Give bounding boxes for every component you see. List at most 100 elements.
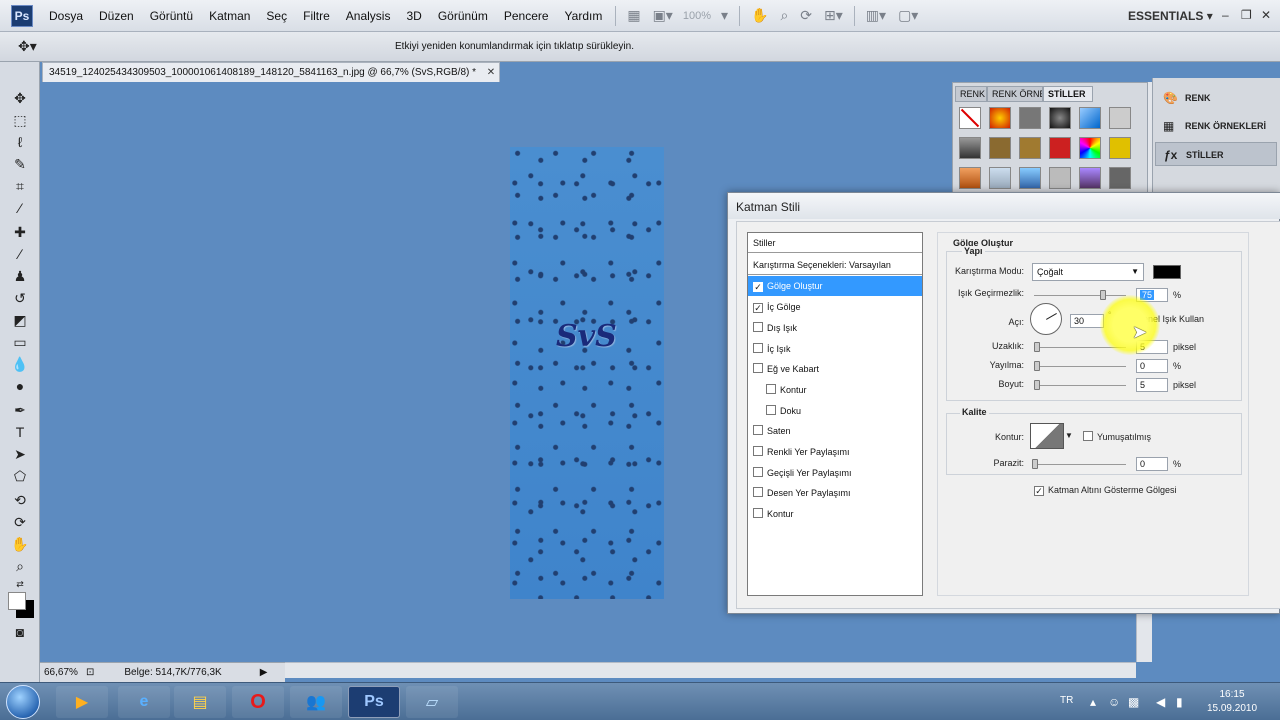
style-swatch[interactable] (1049, 107, 1071, 129)
style-item-satin[interactable]: Saten (748, 421, 922, 441)
checkbox[interactable] (753, 343, 763, 353)
menu-gorunum[interactable]: Görünüm (430, 0, 496, 32)
style-item-color-overlay[interactable]: Renkli Yer Paylaşımı (748, 442, 922, 462)
menu-pencere[interactable]: Pencere (496, 0, 557, 32)
dock-stiller[interactable]: ƒx STİLLER (1155, 142, 1277, 166)
hand-tool-icon[interactable]: ✋ (745, 7, 774, 24)
checkbox[interactable] (1083, 431, 1093, 441)
document-tab[interactable]: 34519_124025434309503_100001061408189_14… (42, 62, 500, 82)
slider-thumb[interactable] (1100, 290, 1106, 300)
antialias-checkbox[interactable]: Yumuşatılmış (1083, 431, 1151, 442)
checkbox[interactable] (753, 508, 763, 518)
messenger-tray-icon[interactable]: ☺ (1108, 695, 1120, 709)
style-swatch[interactable] (989, 137, 1011, 159)
shadow-color-swatch[interactable] (1153, 265, 1181, 279)
dock-renk[interactable]: 🎨 RENK (1155, 86, 1277, 110)
angle-dial[interactable] (1030, 303, 1062, 335)
eraser-tool-icon[interactable]: ◩ (10, 310, 30, 330)
checkbox[interactable] (753, 322, 763, 332)
menu-analysis[interactable]: Analysis (338, 0, 399, 32)
menu-goruntu[interactable]: Görüntü (142, 0, 201, 32)
style-swatch[interactable] (989, 107, 1011, 129)
battery-icon[interactable]: ▮ (1176, 695, 1183, 709)
healing-brush-tool-icon[interactable]: ✚ (10, 222, 30, 242)
notepad-icon[interactable]: ▱ (406, 686, 458, 718)
close-icon[interactable]: ✕ (1261, 8, 1271, 22)
size-slider[interactable] (1034, 380, 1126, 390)
3d-orbit-tool-icon[interactable]: ⟳ (10, 512, 30, 532)
folder-icon[interactable]: ▤ (174, 686, 226, 718)
clone-stamp-tool-icon[interactable]: ♟ (10, 266, 30, 286)
style-item-contour[interactable]: Kontur (748, 380, 922, 400)
checkbox[interactable] (753, 363, 763, 373)
checkbox[interactable]: ✓ (753, 282, 763, 292)
photoshop-taskbar-button[interactable]: Ps (348, 686, 400, 718)
swap-colors-icon[interactable]: ⇄ (10, 574, 30, 594)
status-menu-icon[interactable]: ▶ (260, 667, 268, 678)
style-swatch[interactable] (989, 167, 1011, 189)
minimize-icon[interactable]: – (1222, 8, 1229, 22)
zoom-level[interactable]: 100% (679, 10, 715, 22)
marquee-tool-icon[interactable]: ⬚ (10, 110, 30, 130)
slider-thumb[interactable] (1032, 459, 1038, 469)
size-input[interactable]: 5 (1136, 378, 1168, 392)
zoom-tool-icon[interactable]: ⌕ (774, 7, 794, 24)
path-select-tool-icon[interactable]: ➤ (10, 444, 30, 464)
checkbox[interactable] (753, 425, 763, 435)
style-swatch[interactable] (1079, 167, 1101, 189)
style-swatch[interactable] (1079, 107, 1101, 129)
slider-thumb[interactable] (1034, 361, 1040, 371)
type-tool-icon[interactable]: T (10, 422, 30, 442)
horizontal-scrollbar[interactable] (285, 662, 1136, 678)
blend-mode-select[interactable]: Çoğalt ▼ (1032, 263, 1144, 281)
style-swatch[interactable] (959, 137, 981, 159)
start-button[interactable] (6, 685, 40, 719)
menu-dosya[interactable]: Dosya (41, 0, 91, 32)
tray-arrow-icon[interactable]: ▴ (1090, 695, 1096, 709)
bridge-icon[interactable]: ▦ (621, 7, 646, 24)
move-tool-icon[interactable]: ✥ (10, 88, 30, 108)
spread-slider[interactable] (1034, 361, 1126, 371)
dialog-title[interactable]: Katman Stili (728, 193, 1280, 219)
shape-tool-icon[interactable]: ⬠ (10, 466, 30, 486)
style-swatch[interactable] (1019, 107, 1041, 129)
zoom-dropdown-icon[interactable]: ▾ (715, 7, 734, 24)
tab-renk-ornekleri[interactable]: RENK ÖRNE (987, 86, 1043, 102)
workspace-switcher[interactable]: ESSENTIALS ▾ (1128, 0, 1213, 32)
history-brush-tool-icon[interactable]: ↺ (10, 288, 30, 308)
angle-input[interactable]: 30 (1070, 314, 1104, 328)
media-player-icon[interactable]: ▶ (56, 686, 108, 718)
status-icon[interactable]: ⊡ (86, 667, 94, 678)
messenger-icon[interactable]: 👥 (290, 686, 342, 718)
noise-slider[interactable] (1032, 459, 1126, 469)
opera-icon[interactable]: O (232, 686, 284, 718)
chevron-down-icon[interactable]: ▼ (1065, 431, 1073, 440)
checkbox[interactable] (753, 487, 763, 497)
restore-icon[interactable]: ❐ (1241, 8, 1252, 22)
style-swatch[interactable] (1019, 167, 1041, 189)
pen-tool-icon[interactable]: ✒ (10, 400, 30, 420)
quick-mask-icon[interactable]: ◙ (10, 622, 30, 642)
lasso-tool-icon[interactable]: ℓ (10, 132, 30, 152)
quick-select-tool-icon[interactable]: ✎ (10, 154, 30, 174)
style-swatch[interactable] (1109, 107, 1131, 129)
checkbox[interactable]: ✓ (1034, 486, 1044, 496)
menu-duzen[interactable]: Düzen (91, 0, 142, 32)
tab-stiller[interactable]: STİLLER (1043, 86, 1093, 102)
move-tool-icon[interactable]: ✥▾ (18, 38, 37, 55)
screen-mode-icon[interactable]: ▢▾ (892, 7, 924, 24)
arrange-documents-icon[interactable]: ▥▾ (860, 7, 892, 24)
zoom-tool-icon[interactable]: ⌕ (10, 556, 30, 576)
style-list-header[interactable]: Stiller (748, 233, 922, 253)
opacity-slider[interactable] (1034, 290, 1126, 300)
checkbox[interactable] (766, 405, 776, 415)
contour-picker[interactable] (1030, 423, 1064, 449)
noise-input[interactable]: 0 (1136, 457, 1168, 471)
slider-thumb[interactable] (1034, 342, 1040, 352)
dock-renk-ornekleri[interactable]: ▦ RENK ÖRNEKLERİ (1155, 114, 1277, 138)
rotate-view-icon[interactable]: ⟳ (794, 7, 818, 24)
style-item-outer-glow[interactable]: Dış Işık (748, 318, 922, 338)
checkbox[interactable]: ✓ (753, 303, 763, 313)
checkbox[interactable] (753, 446, 763, 456)
style-item-pattern-overlay[interactable]: Desen Yer Paylaşımı (748, 483, 922, 503)
